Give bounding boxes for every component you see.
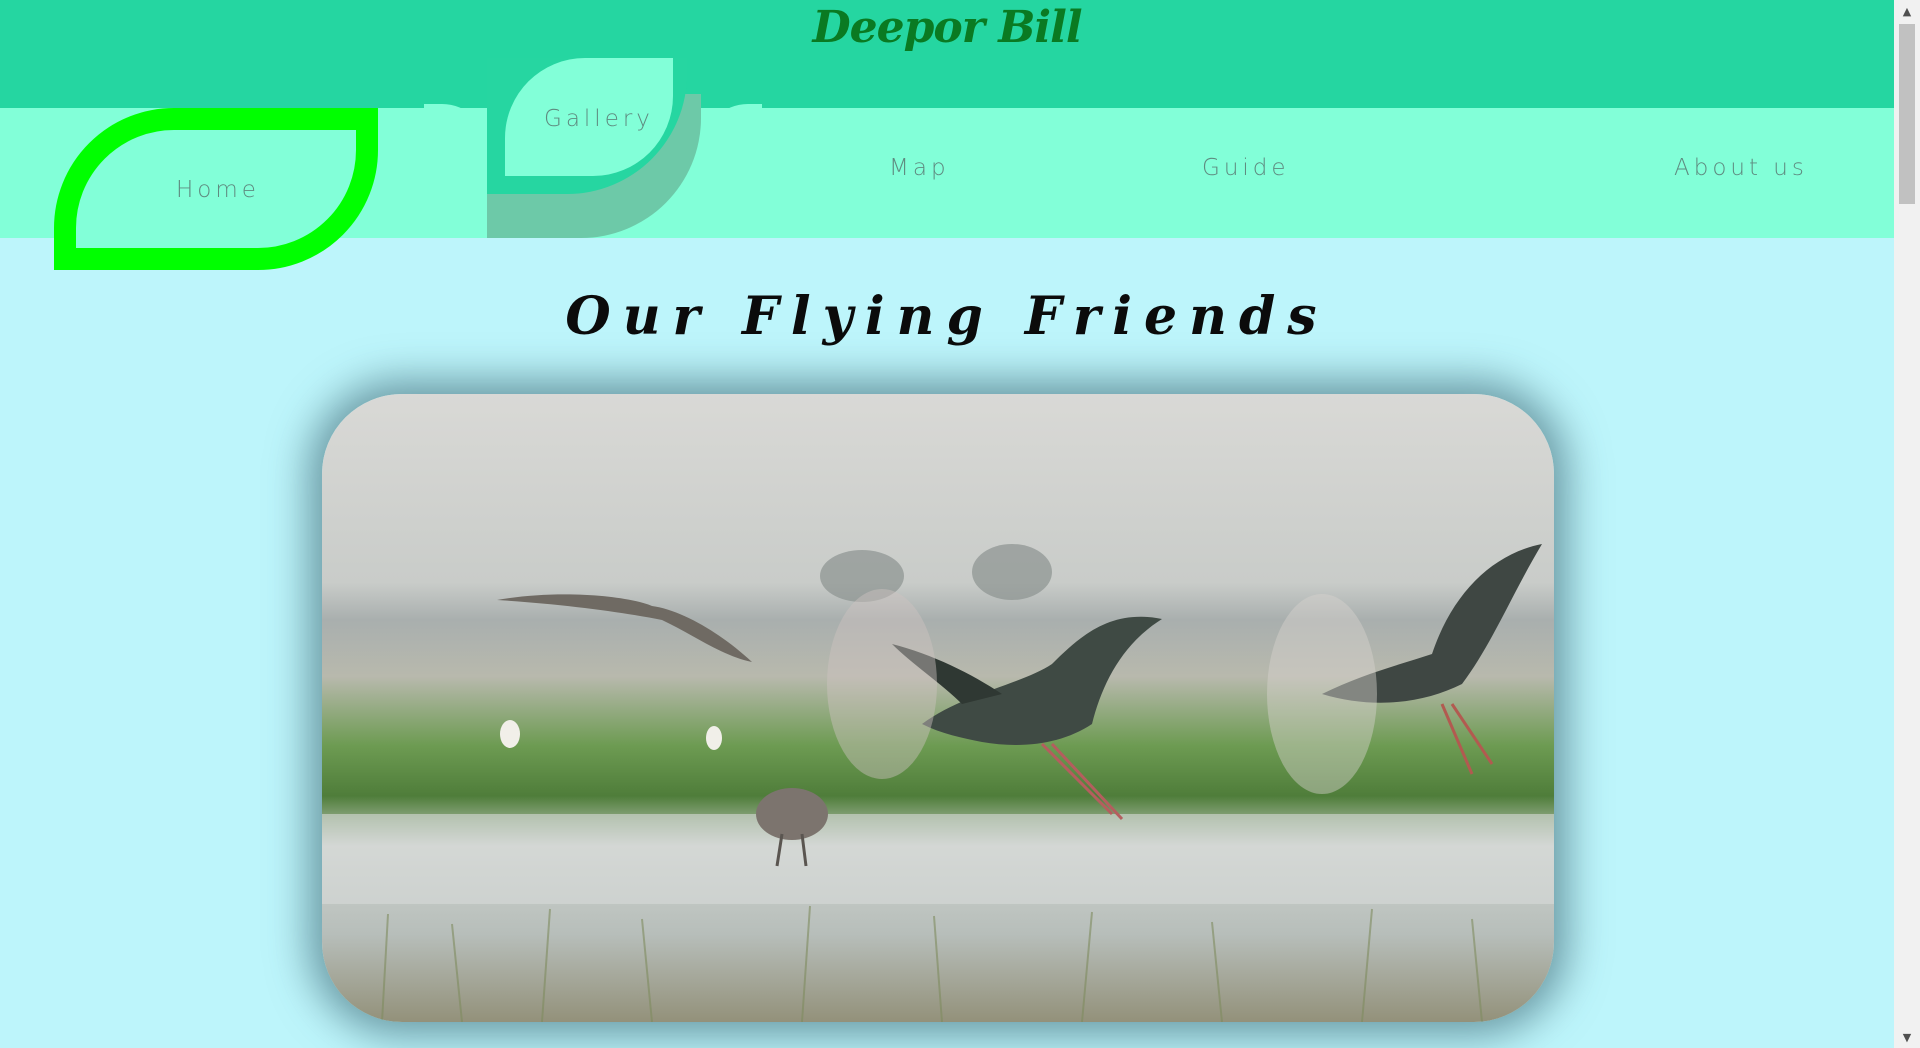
scrollbar-thumb[interactable] [1899,24,1915,204]
bird-photo-illustration [322,544,1554,1022]
hero-image [322,394,1554,1022]
nav-link-gallery[interactable]: Gallery [544,106,654,132]
chevron-down-icon[interactable]: ▼ [1899,1030,1915,1046]
nav-link-home[interactable]: Home [176,177,260,203]
chevron-up-icon[interactable]: ▲ [1899,4,1915,20]
nav-link-about[interactable]: About us [1674,155,1808,181]
nav-link-guide[interactable]: Guide [1202,155,1290,181]
page-title: Our Flying Friends [565,286,1329,347]
site-header: Deepor Bill [0,0,1894,108]
nav-link-map[interactable]: Map [889,155,950,181]
site-logo-text[interactable]: Deepor Bill [0,2,1894,53]
nav-gallery-tab [487,58,705,238]
